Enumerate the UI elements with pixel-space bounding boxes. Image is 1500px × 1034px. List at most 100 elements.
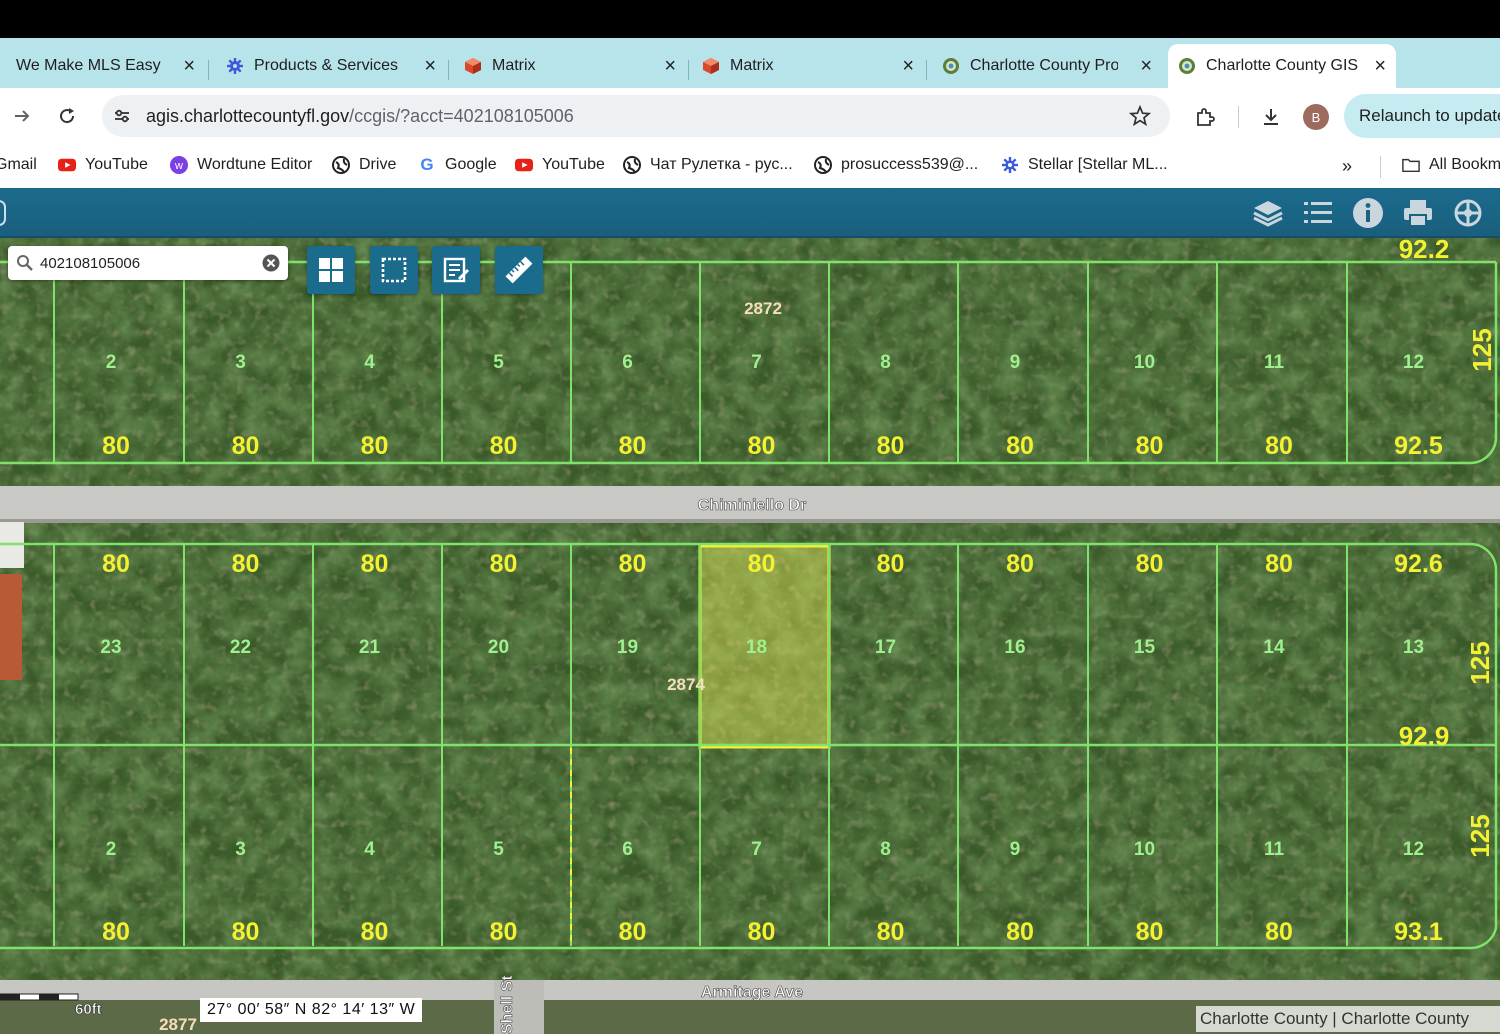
bookmark-youtube-2[interactable]: YouTube: [515, 156, 605, 174]
bookmark-gmail[interactable]: Gmail: [0, 156, 37, 174]
bookmark-stellar[interactable]: Stellar [Stellar ML...: [1001, 156, 1168, 174]
clear-search-icon[interactable]: [262, 254, 280, 277]
road-label-shell: Shell St: [499, 975, 516, 1034]
tab-charlotte-pro[interactable]: Charlotte County Pro ×: [934, 44, 1162, 88]
tab-mls[interactable]: We Make MLS Easy | ×: [0, 44, 205, 88]
bookmarks-overflow-chevron-icon[interactable]: »: [1342, 156, 1352, 177]
bookmark-label: Gmail: [0, 156, 37, 173]
tab-title: Products & Services: [254, 57, 399, 74]
bookmark-label: Wordtune Editor: [197, 156, 313, 173]
frontage-label: 80: [877, 918, 905, 946]
lot-number: 11: [1264, 839, 1285, 860]
lot-number: 10: [1134, 839, 1155, 860]
forward-icon[interactable]: [10, 104, 34, 128]
dimension-label: 92.2: [1399, 238, 1450, 264]
lot-number: 7: [751, 352, 762, 373]
legend-list-icon[interactable]: [1298, 196, 1338, 230]
site-settings-icon[interactable]: [110, 104, 134, 128]
relaunch-button[interactable]: Relaunch to update: [1344, 94, 1500, 138]
map-canvas[interactable]: 2 3 4 5 6 7 8 9 10 11 1280 80 80 80 80 80 80 80 80 80 92.523…: [0, 238, 1500, 1034]
bookmark-label: Stellar [Stellar ML...: [1028, 156, 1168, 173]
parcel-map[interactable]: 2 3 4 5 6 7 8 9 10 11 12 80 80 80 80 80 80 80 80 80 80 92.5 23…: [0, 238, 1500, 1034]
bookmark-chat-roulette[interactable]: Чат Рулетка - рус...: [623, 156, 793, 174]
lot-number: 2: [106, 352, 117, 373]
url-text[interactable]: agis.charlottecountyfl.gov/ccgis/?acct=4…: [146, 106, 574, 127]
lot-number: 22: [230, 637, 251, 658]
frontage-label: 80: [102, 432, 130, 460]
close-icon[interactable]: ×: [664, 56, 676, 76]
frontage-label: 80: [490, 918, 518, 946]
google-icon: G: [420, 155, 434, 174]
select-area-icon[interactable]: [370, 246, 418, 294]
profile-avatar[interactable]: B: [1303, 104, 1329, 130]
edit-notes-icon[interactable]: [432, 246, 480, 294]
basemap-grid-icon[interactable]: [307, 246, 355, 294]
frontage-label: 80: [1006, 550, 1034, 578]
reload-icon[interactable]: [55, 104, 79, 128]
bookmark-wordtune[interactable]: w Wordtune Editor: [170, 156, 312, 174]
print-icon[interactable]: [1398, 196, 1438, 230]
extensions-icon[interactable]: [1192, 104, 1218, 130]
bookmark-label: Google: [445, 156, 497, 173]
address-bar[interactable]: agis.charlottecountyfl.gov/ccgis/?acct=4…: [102, 95, 1170, 137]
lot-number: 7: [751, 839, 762, 860]
tab-title: Matrix: [492, 57, 536, 74]
parcel-search-box[interactable]: [8, 246, 288, 280]
address-label: 2874: [667, 675, 705, 694]
all-bookmarks-button[interactable]: All Bookmarks: [1402, 156, 1500, 174]
close-icon[interactable]: ×: [424, 56, 436, 76]
lot-number: 11: [1264, 352, 1285, 373]
matrix-icon: [464, 57, 482, 75]
lot-number: 8: [880, 352, 891, 373]
frontage-label: 80: [102, 918, 130, 946]
tab-strip: We Make MLS Easy | × Products & Services…: [0, 38, 1500, 113]
frontage-label: 80: [1006, 918, 1034, 946]
close-icon[interactable]: ×: [1140, 56, 1152, 76]
layers-icon[interactable]: [1248, 196, 1288, 230]
dimension-label: 125: [1465, 641, 1495, 684]
bookmark-label: All Bookmarks: [1429, 156, 1500, 173]
tools-icon[interactable]: [1448, 196, 1488, 230]
lot-number: 4: [364, 839, 375, 860]
road-label-armitage: Armitage Ave: [701, 984, 803, 1001]
measure-ruler-icon[interactable]: [495, 246, 543, 294]
close-icon[interactable]: ×: [902, 56, 914, 76]
mls-icon: [2, 57, 6, 75]
frontage-label: 80: [232, 550, 260, 578]
bookmark-drive[interactable]: Drive: [332, 156, 396, 174]
road-edge: [0, 519, 1500, 523]
globe-icon: [332, 156, 350, 174]
bookmark-youtube-1[interactable]: YouTube: [58, 156, 148, 174]
bookmark-label: YouTube: [542, 156, 605, 173]
bookmark-google[interactable]: G Google: [418, 155, 497, 174]
frontage-label: 80: [1136, 918, 1164, 946]
lot-number: 3: [235, 839, 246, 860]
tab-matrix-1[interactable]: Matrix ×: [458, 44, 686, 88]
star-bookmark-icon[interactable]: [1128, 104, 1152, 128]
lot-number: 9: [1010, 839, 1021, 860]
tab-charlotte-gis[interactable]: Charlotte County GIS ×: [1168, 44, 1396, 88]
info-icon[interactable]: [1348, 196, 1388, 230]
tab-products[interactable]: Products & Services ×: [218, 44, 446, 88]
bookmark-prosuccess[interactable]: prosuccess539@...: [814, 156, 978, 174]
search-input[interactable]: [40, 253, 255, 273]
county-seal-icon: [942, 57, 960, 75]
tab-matrix-2[interactable]: Matrix ×: [696, 44, 924, 88]
dimension-label: 125: [1465, 814, 1495, 857]
frontage-label: 92.6: [1394, 550, 1443, 578]
dimension-label: 125: [1467, 328, 1497, 371]
lot-number: 3: [235, 352, 246, 373]
lot-number: 2: [106, 839, 117, 860]
browser-toolbar: agis.charlottecountyfl.gov/ccgis/?acct=4…: [0, 88, 1500, 144]
bookmark-label: Drive: [359, 156, 397, 173]
tab-title: Matrix: [730, 57, 774, 74]
os-top-bar: [0, 0, 1500, 38]
close-icon[interactable]: ×: [1374, 56, 1386, 76]
close-icon[interactable]: ×: [183, 56, 195, 76]
download-icon[interactable]: [1258, 104, 1284, 130]
lot-number: 15: [1134, 637, 1156, 658]
frontage-label: 80: [619, 432, 647, 460]
url-path: /ccgis/?acct=402108105006: [349, 106, 574, 126]
house-roof: [0, 574, 22, 680]
scale-label: 60ft: [75, 1001, 102, 1018]
